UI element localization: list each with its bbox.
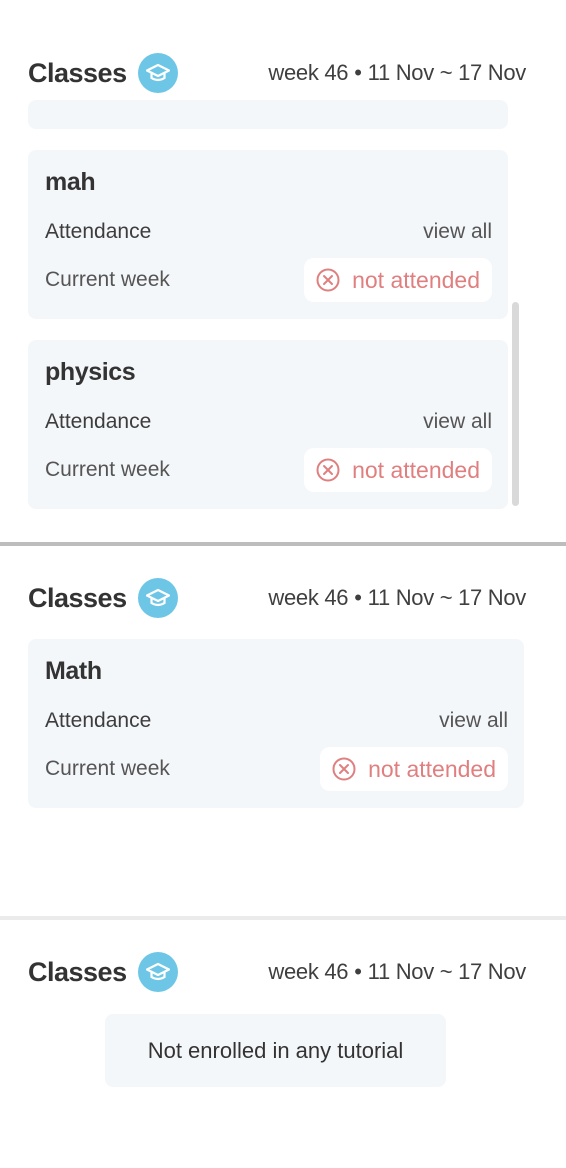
week-range: week 46 • 11 Nov ~ 17 Nov <box>268 60 526 85</box>
current-week-label: Current week <box>45 268 170 291</box>
class-card-partial <box>28 100 508 129</box>
panel-header: Classes week 46 • 11 Nov ~ 17 Nov <box>28 950 526 994</box>
class-name: physics <box>45 358 136 386</box>
class-card[interactable]: Math Attendance view all Current week no… <box>28 639 524 808</box>
panel-title: Classes <box>28 956 127 987</box>
attendance-label: Attendance <box>45 220 152 243</box>
status-badge: not attended <box>320 747 508 791</box>
classes-panel-1: Classes week 46 • 11 Nov ~ 17 Nov mah Atte… <box>0 0 566 543</box>
empty-state-message: Not enrolled in any tutorial <box>105 1014 446 1087</box>
status-text: not attended <box>352 266 480 293</box>
view-all-link[interactable]: view all <box>423 220 492 244</box>
class-name: mah <box>45 168 96 196</box>
current-week-label: Current week <box>45 458 170 481</box>
attendance-label: Attendance <box>45 709 152 732</box>
class-card[interactable]: physics Attendance view all Current week… <box>28 340 508 509</box>
circle-x-icon <box>316 458 340 482</box>
circle-x-icon <box>332 757 356 781</box>
scrollbar[interactable] <box>512 302 519 506</box>
panel-header: Classes week 46 • 11 Nov ~ 17 Nov <box>28 51 526 95</box>
status-text: not attended <box>352 456 480 483</box>
graduation-cap-icon <box>137 952 178 992</box>
panel-title: Classes <box>28 582 127 613</box>
panel-title: Classes <box>28 57 127 88</box>
classes-panel-2: Classes week 46 • 11 Nov ~ 17 Nov Math Att… <box>0 546 566 916</box>
current-week-label: Current week <box>45 757 170 780</box>
status-badge: not attended <box>304 448 492 492</box>
status-badge: not attended <box>304 258 492 302</box>
week-range: week 46 • 11 Nov ~ 17 Nov <box>268 959 526 984</box>
panel-header: Classes week 46 • 11 Nov ~ 17 Nov <box>28 576 526 620</box>
graduation-cap-icon <box>137 578 178 618</box>
class-card[interactable]: mah Attendance view all Current week not… <box>28 150 508 319</box>
class-name: Math <box>45 657 102 685</box>
view-all-link[interactable]: view all <box>423 410 492 434</box>
view-all-link[interactable]: view all <box>439 709 508 733</box>
week-range: week 46 • 11 Nov ~ 17 Nov <box>268 585 526 610</box>
status-text: not attended <box>368 755 496 782</box>
attendance-label: Attendance <box>45 410 152 433</box>
circle-x-icon <box>316 268 340 292</box>
graduation-cap-icon <box>137 53 178 93</box>
